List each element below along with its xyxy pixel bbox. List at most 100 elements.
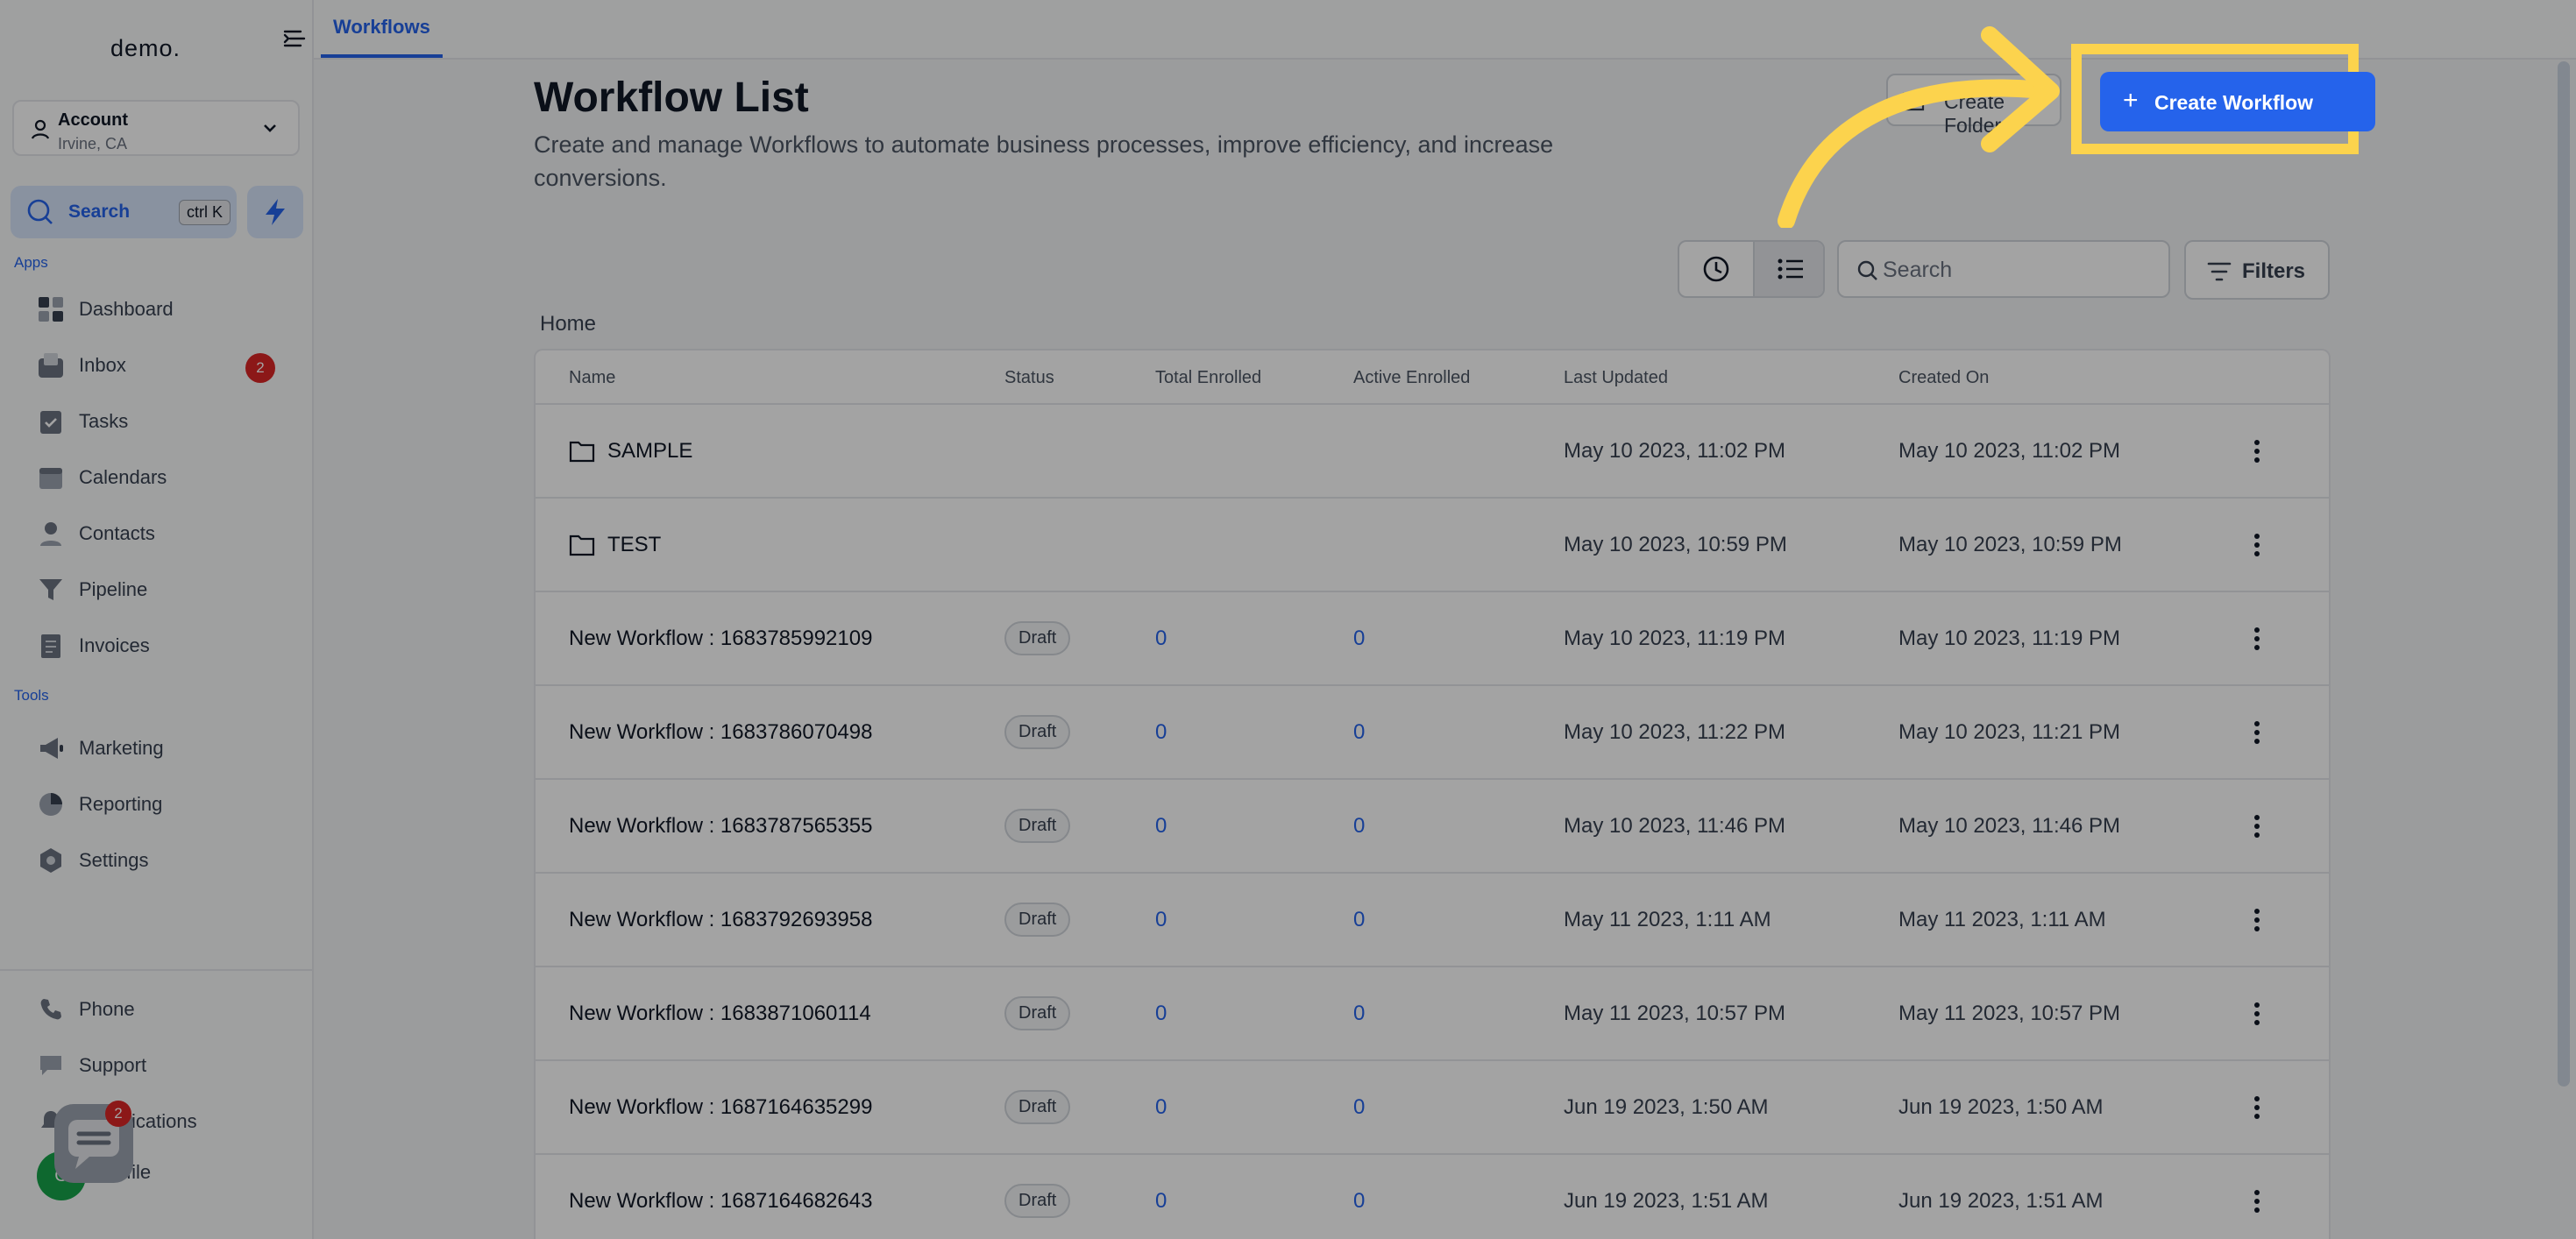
row-actions-menu[interactable] — [2253, 592, 2260, 684]
view-toggle — [1678, 240, 1825, 298]
search-shortcut: ctrl K — [179, 200, 231, 225]
search-input[interactable] — [1883, 254, 2146, 286]
sidebar-item-phone[interactable]: Phone — [35, 990, 298, 1029]
sidebar-item-pipeline[interactable]: Pipeline — [35, 570, 298, 609]
clock-icon — [1703, 256, 1729, 282]
table-row[interactable]: New Workflow : 1683786070498 Draft 0 0 May 1… — [536, 684, 2329, 778]
row-name-cell[interactable]: New Workflow : 1683792693958 — [569, 874, 872, 966]
row-name-cell[interactable]: New Workflow : 1683871060114 — [569, 967, 871, 1059]
row-actions-menu[interactable] — [2253, 780, 2260, 872]
phone-icon — [35, 994, 67, 1025]
table-row[interactable]: New Workflow : 1683785992109 Draft 0 0 May 1… — [536, 591, 2329, 684]
contacts-icon — [35, 518, 67, 549]
sidebar-item-marketing[interactable]: Marketing — [35, 729, 298, 768]
row-status-cell: Draft — [1004, 967, 1071, 1059]
folder-icon — [569, 441, 595, 462]
column-header-status[interactable]: Status — [1004, 368, 1054, 388]
recent-view-button[interactable] — [1679, 242, 1753, 296]
active-enrolled-link[interactable]: 0 — [1353, 592, 1365, 684]
sidebar-item-settings[interactable]: Settings — [35, 841, 298, 880]
total-enrolled-link[interactable]: 0 — [1155, 1061, 1167, 1153]
tasks-icon — [35, 406, 67, 437]
status-badge: Draft — [1004, 903, 1071, 937]
account-switcher[interactable]: Account Irvine, CA — [12, 100, 300, 156]
active-enrolled-link[interactable]: 0 — [1353, 1155, 1365, 1239]
table-row[interactable]: SAMPLE May 10 2023, 11:02 PM May 10 2023, … — [536, 403, 2329, 497]
sidebar: demo. Account Irvine, CA Search ctrl K A… — [0, 0, 314, 1239]
filters-button[interactable]: Filters — [2184, 240, 2330, 300]
created-on-cell: May 10 2023, 10:59 PM — [1898, 532, 2122, 556]
status-badge: Draft — [1004, 1184, 1071, 1218]
kebab-menu-icon — [2254, 908, 2260, 931]
list-view-button[interactable] — [1753, 242, 1823, 296]
row-status-cell: Draft — [1004, 1155, 1071, 1239]
column-header-last-updated[interactable]: Last Updated — [1564, 368, 1668, 388]
page-scrollbar[interactable] — [2558, 61, 2570, 1087]
row-actions-menu[interactable] — [2253, 874, 2260, 966]
row-name-cell[interactable]: New Workflow : 1687164635299 — [569, 1061, 872, 1153]
pie-chart-icon — [35, 789, 67, 820]
sidebar-item-support[interactable]: Support — [35, 1046, 298, 1085]
list-icon — [1778, 258, 1803, 280]
row-actions-menu[interactable] — [2253, 686, 2260, 778]
row-name: TEST — [607, 532, 662, 556]
total-enrolled-link[interactable]: 0 — [1155, 874, 1167, 966]
total-enrolled-link[interactable]: 0 — [1155, 780, 1167, 872]
active-enrolled-link[interactable]: 0 — [1353, 686, 1365, 778]
create-workflow-button[interactable]: + Create Workflow — [2100, 72, 2375, 131]
table-row[interactable]: New Workflow : 1683787565355 Draft 0 0 May 1… — [536, 778, 2329, 872]
column-header-total-enrolled[interactable]: Total Enrolled — [1155, 368, 1261, 388]
sidebar-item-tasks[interactable]: Tasks — [35, 402, 298, 441]
table-row[interactable]: New Workflow : 1687164635299 Draft 0 0 Jun 1… — [536, 1059, 2329, 1153]
active-enrolled-link[interactable]: 0 — [1353, 1061, 1365, 1153]
sidebar-item-label: Contacts — [79, 522, 155, 544]
support-icon — [35, 1050, 67, 1081]
last-updated-cell: May 10 2023, 11:46 PM — [1564, 813, 1786, 838]
row-name-cell[interactable]: New Workflow : 1683786070498 — [569, 686, 872, 778]
status-badge: Draft — [1004, 621, 1071, 655]
kebab-menu-icon — [2254, 720, 2260, 744]
total-enrolled-link[interactable]: 0 — [1155, 686, 1167, 778]
tab-workflows[interactable]: Workflows — [321, 0, 443, 58]
column-header-name[interactable]: Name — [569, 368, 615, 388]
column-header-created-on[interactable]: Created On — [1898, 368, 1989, 388]
table-row[interactable]: TEST May 10 2023, 10:59 PM May 10 2023, 10… — [536, 497, 2329, 591]
row-actions-menu[interactable] — [2253, 1061, 2260, 1153]
sidebar-item-contacts[interactable]: Contacts — [35, 514, 298, 553]
sidebar-item-inbox[interactable]: Inbox 2 — [35, 346, 298, 385]
total-enrolled-link[interactable]: 0 — [1155, 1155, 1167, 1239]
quick-actions-button[interactable] — [247, 186, 303, 238]
table-row[interactable]: New Workflow : 1683792693958 Draft 0 0 May 1… — [536, 872, 2329, 966]
row-name-cell[interactable]: SAMPLE — [569, 405, 692, 497]
search-button[interactable]: Search ctrl K — [11, 186, 237, 238]
kebab-menu-icon — [2254, 814, 2260, 838]
sidebar-item-reporting[interactable]: Reporting — [35, 785, 298, 824]
row-name-cell[interactable]: New Workflow : 1683787565355 — [569, 780, 872, 872]
row-name-cell[interactable]: TEST — [569, 499, 661, 591]
last-updated-cell: May 10 2023, 11:19 PM — [1564, 626, 1786, 650]
active-enrolled-link[interactable]: 0 — [1353, 780, 1365, 872]
row-actions-menu[interactable] — [2253, 1155, 2260, 1239]
filters-label: Filters — [2242, 259, 2306, 283]
row-name-cell[interactable]: New Workflow : 1683785992109 — [569, 592, 872, 684]
chevron-down-icon — [264, 124, 276, 132]
sidebar-item-invoices[interactable]: Invoices — [35, 627, 298, 665]
total-enrolled-link[interactable]: 0 — [1155, 592, 1167, 684]
active-enrolled-link[interactable]: 0 — [1353, 967, 1365, 1059]
gear-icon — [35, 845, 67, 876]
active-enrolled-link[interactable]: 0 — [1353, 874, 1365, 966]
table-row[interactable]: New Workflow : 1687164682643 Draft 0 0 Jun 1… — [536, 1153, 2329, 1239]
row-actions-menu[interactable] — [2253, 499, 2260, 591]
search-label: Search — [68, 202, 131, 222]
row-actions-menu[interactable] — [2253, 405, 2260, 497]
column-header-active-enrolled[interactable]: Active Enrolled — [1353, 368, 1470, 388]
collapse-sidebar-icon[interactable] — [282, 26, 307, 51]
row-name-cell[interactable]: New Workflow : 1687164682643 — [569, 1155, 872, 1239]
breadcrumb[interactable]: Home — [540, 312, 596, 336]
table-row[interactable]: New Workflow : 1683871060114 Draft 0 0 May 1… — [536, 966, 2329, 1059]
apps-section-label: Apps — [14, 254, 48, 271]
sidebar-item-dashboard[interactable]: Dashboard — [35, 290, 298, 329]
row-actions-menu[interactable] — [2253, 967, 2260, 1059]
sidebar-item-calendars[interactable]: Calendars — [35, 458, 298, 497]
total-enrolled-link[interactable]: 0 — [1155, 967, 1167, 1059]
